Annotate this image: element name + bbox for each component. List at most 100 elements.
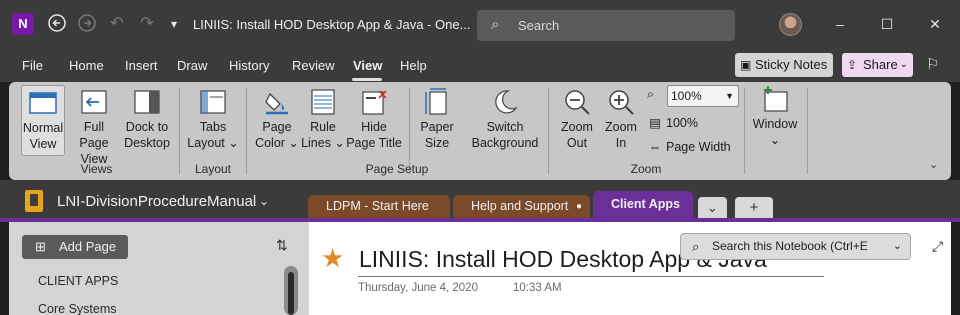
- list-item[interactable]: CLIENT APPS: [38, 274, 118, 288]
- page-color-label-2: Color ⌄: [255, 136, 299, 150]
- hide-page-title-label-1: Hide: [361, 120, 387, 134]
- paint-bucket-icon: [265, 92, 288, 115]
- paper-size-icon: [425, 88, 447, 115]
- views-group-label: Views: [80, 162, 113, 176]
- minimize-button[interactable]: –: [829, 13, 851, 35]
- section-tab-client-apps[interactable]: Client Apps: [593, 191, 693, 218]
- rule-lines-button[interactable]: Rule Lines ⌄: [301, 88, 345, 151]
- ribbon-separator: [548, 88, 549, 174]
- expand-icon[interactable]: ⤢: [932, 238, 943, 255]
- zoom-out-button[interactable]: Zoom Out: [555, 88, 599, 151]
- full-page-view-button[interactable]: Full Page View: [69, 88, 119, 167]
- zoom-level-value: 100%: [671, 89, 702, 103]
- ribbon-separator: [744, 88, 745, 174]
- tab-file[interactable]: File: [22, 58, 43, 73]
- notebook-icon: [25, 190, 43, 212]
- section-tab-help-and-support[interactable]: Help and Support: [453, 195, 590, 218]
- notebook-name[interactable]: LNI-DivisionProcedureManual: [57, 193, 256, 210]
- more-sections-button[interactable]: ⌄: [698, 197, 727, 218]
- dock-to-desktop-icon: [134, 90, 160, 114]
- normal-view-button[interactable]: Normal View: [21, 85, 65, 156]
- share-button[interactable]: ⇪ Share ⌄: [842, 53, 913, 77]
- forward-icon[interactable]: [76, 13, 98, 35]
- undo-icon[interactable]: ↶: [106, 13, 128, 35]
- rule-lines-label-1: Rule: [310, 120, 336, 134]
- rule-lines-icon: [311, 89, 335, 115]
- normal-view-label-1: Normal: [22, 121, 64, 135]
- tab-history[interactable]: History: [229, 58, 269, 73]
- back-icon[interactable]: [46, 13, 68, 35]
- search-input[interactable]: ⌕ Search: [477, 10, 735, 41]
- full-page-view-label-1: Full Page: [79, 120, 109, 150]
- rule-lines-label-2: Lines ⌄: [301, 136, 345, 150]
- sticky-notes-button[interactable]: ▣ Sticky Notes: [735, 53, 833, 77]
- search-icon: ⌕: [491, 16, 500, 33]
- page-setup-group-label: Page Setup: [365, 162, 429, 176]
- chevron-down-icon: ▼: [725, 91, 734, 101]
- share-label: Share: [863, 57, 898, 72]
- quick-access-customize-icon[interactable]: ▾: [163, 13, 185, 35]
- tab-draw[interactable]: Draw: [177, 58, 207, 73]
- window-chevron: ⌄: [769, 133, 781, 147]
- tab-insert[interactable]: Insert: [125, 58, 158, 73]
- tabs-layout-icon: [200, 90, 226, 114]
- scrollbar-thumb[interactable]: [288, 272, 294, 315]
- hide-page-title-button[interactable]: Hide Page Title: [346, 88, 402, 151]
- tab-home[interactable]: Home: [69, 58, 104, 73]
- normal-view-icon: [29, 92, 57, 114]
- collapse-ribbon-icon[interactable]: ⌄: [929, 158, 938, 171]
- paper-size-label-2: Size: [424, 136, 450, 150]
- page-width-label: Page Width: [666, 140, 731, 154]
- feedback-icon[interactable]: ⚐: [926, 55, 939, 73]
- ribbon-separator: [807, 88, 808, 174]
- unsaved-dot-icon: ●: [576, 201, 583, 212]
- sticky-notes-label: Sticky Notes: [755, 57, 828, 72]
- paper-size-button[interactable]: Paper Size: [414, 88, 460, 151]
- chevron-down-icon: ⌄: [892, 240, 902, 252]
- section-tab-ldpm-start-here[interactable]: LDPM - Start Here: [308, 195, 450, 218]
- zoom-100-label: 100%: [666, 116, 698, 130]
- page-width-button[interactable]: ⇔ Page Width: [648, 140, 731, 154]
- window-button[interactable]: Window ⌄: [749, 85, 801, 148]
- layout-group-label: Layout: [194, 162, 232, 176]
- page-time: 10:33 AM: [513, 282, 562, 294]
- chevron-down-icon[interactable]: ⌄: [259, 194, 269, 208]
- zoom-magnifier-icon: ⌕: [647, 87, 655, 101]
- tabs-layout-button[interactable]: Tabs Layout ⌄: [185, 88, 241, 151]
- zoom-in-label-2: In: [615, 136, 627, 150]
- new-window-icon: [764, 86, 788, 112]
- dock-to-desktop-button[interactable]: Dock to Desktop: [122, 88, 172, 151]
- page-color-button[interactable]: Page Color ⌄: [251, 88, 303, 151]
- tab-review[interactable]: Review: [292, 58, 335, 73]
- sticky-note-icon: ▣: [740, 58, 752, 72]
- moon-icon: [495, 90, 518, 114]
- ribbon-separator: [246, 88, 247, 174]
- tab-view[interactable]: View: [353, 58, 382, 73]
- avatar[interactable]: [779, 13, 802, 36]
- add-page-button[interactable]: ⊞ Add Page: [22, 235, 128, 259]
- add-section-button[interactable]: +: [735, 197, 773, 218]
- window-label: Window: [752, 117, 798, 131]
- zoom-out-label-1: Zoom: [561, 120, 593, 134]
- switch-background-button[interactable]: Switch Background: [467, 88, 543, 151]
- zoom-level-select[interactable]: 100% ▼: [667, 85, 739, 107]
- redo-icon[interactable]: ↷: [136, 13, 158, 35]
- search-notebook-input[interactable]: ⌕ Search this Notebook (Ctrl+E ⌄: [680, 233, 911, 260]
- tab-help[interactable]: Help: [400, 58, 427, 73]
- page-width-icon: ⇔: [648, 140, 662, 154]
- zoom-100-button[interactable]: ▤ 100%: [648, 115, 698, 130]
- close-button[interactable]: ✕: [924, 13, 946, 35]
- zoom-in-button[interactable]: Zoom In: [599, 88, 643, 151]
- switch-background-label-1: Switch: [486, 120, 524, 134]
- zoom-out-icon: [565, 90, 590, 115]
- page-date: Thursday, June 4, 2020: [358, 282, 478, 294]
- sort-icon[interactable]: ⇅: [276, 237, 288, 254]
- maximize-button[interactable]: ☐: [876, 13, 898, 35]
- page-color-label-1: Page: [262, 120, 292, 134]
- list-item[interactable]: Core Systems: [38, 302, 117, 315]
- search-placeholder: Search: [518, 18, 560, 33]
- zoom-in-label-1: Zoom: [605, 120, 637, 134]
- full-page-view-icon: [81, 90, 107, 114]
- star-icon: ★: [321, 243, 345, 273]
- search-icon: ⌕: [692, 239, 700, 254]
